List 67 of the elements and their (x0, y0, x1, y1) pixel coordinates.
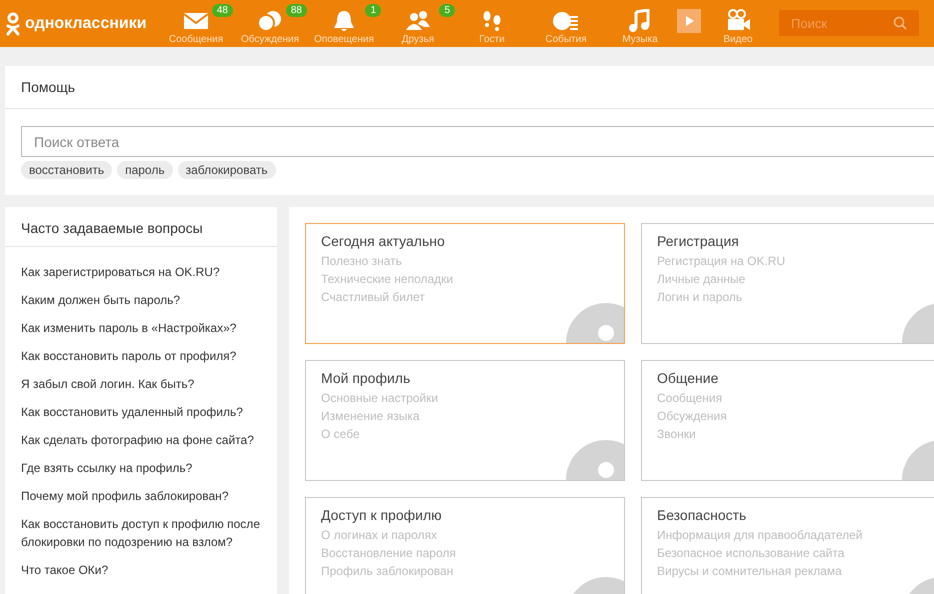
faq-link[interactable]: Что такое ОКи? (21, 561, 261, 579)
count-badge: 5 (439, 4, 455, 17)
category-link[interactable]: Основные настройки (321, 389, 609, 407)
category-link[interactable]: Информация для правообладателей (657, 526, 934, 544)
category-link[interactable]: Обсуждения (657, 407, 934, 425)
panel-title: Часто задаваемые вопросы (5, 207, 277, 247)
count-badge: 1 (365, 4, 381, 17)
nav-item[interactable]: Обсуждения 88 (233, 0, 307, 47)
chat-icon (256, 9, 284, 33)
category-link[interactable]: О себе (321, 425, 609, 443)
play-icon[interactable] (677, 8, 701, 32)
category-link[interactable]: Безопасное использование сайта (657, 544, 934, 562)
category-title[interactable]: Мой профиль (321, 370, 609, 386)
category-title[interactable]: Сегодня актуально (321, 233, 609, 249)
category-link[interactable]: Звонки (657, 425, 934, 443)
nav-item[interactable]: Друзья 5 (381, 0, 455, 47)
category-card[interactable]: Общение Сообщения Обсуждения Звонки (641, 360, 934, 481)
faq-link[interactable]: Как зарегистрироваться на OK.RU? (21, 263, 261, 281)
search-tag[interactable]: пароль (117, 161, 173, 179)
category-link[interactable]: Вирусы и сомнительная реклама (657, 562, 934, 580)
faq-link[interactable]: Почему мой профиль заблокирован? (21, 487, 261, 505)
nav-item[interactable]: Видео (701, 0, 775, 47)
category-link[interactable]: Логин и пароль (657, 288, 934, 306)
category-link[interactable]: Сообщения (657, 389, 934, 407)
category-card[interactable]: Мой профиль Основные настройки Изменение языка О себе (305, 360, 625, 481)
category-link[interactable]: Профиль заблокирован (321, 562, 609, 580)
category-link[interactable]: Регистрация на OK.RU (657, 252, 934, 270)
faq-link[interactable]: Как изменить пароль в «Настройках»? (21, 319, 261, 337)
faq-link[interactable]: Где взять ссылку на профиль? (21, 459, 261, 477)
category-card[interactable]: Сегодня актуально Полезно знать Технические неполадки Счастливый билет (305, 223, 625, 344)
nav-item[interactable]: Оповещения 1 (307, 0, 381, 47)
answer-search-field[interactable]: Поиск ответа (21, 126, 934, 157)
category-title[interactable]: Регистрация (657, 233, 934, 249)
nav-item[interactable]: Сообщения 48 (159, 0, 233, 47)
nav-item[interactable]: События (529, 0, 603, 47)
faq-link[interactable]: Как восстановить пароль от профиля? (21, 347, 261, 365)
search-tag[interactable]: восстановить (21, 161, 112, 179)
category-link[interactable]: Технические неполадки (321, 270, 609, 288)
category-link[interactable]: Изменение языка (321, 407, 609, 425)
logo-icon (6, 12, 20, 36)
people-icon (404, 9, 432, 33)
nav-item[interactable]: Гости (455, 0, 529, 47)
category-card[interactable]: Регистрация Регистрация на OK.RU Личные данные Логин и пароль (641, 223, 934, 344)
category-card[interactable]: Доступ к профилю О логинах и паролях Восстановление пароля Профиль заблокирован (305, 497, 625, 594)
category-link[interactable]: Личные данные (657, 270, 934, 288)
events-icon (552, 9, 580, 33)
nav-item[interactable]: Музыка (603, 0, 677, 47)
search-icon (893, 16, 907, 30)
faq-link[interactable]: Как восстановить доступ к профилю после блокировки по подозрению на взлом? (21, 515, 261, 551)
category-title[interactable]: Безопасность (657, 507, 934, 523)
faq-link[interactable]: Как восстановить удаленный профиль? (21, 403, 261, 421)
site-logo[interactable]: одноклассники (0, 0, 159, 47)
search-tag[interactable]: заблокировать (178, 161, 276, 179)
category-title[interactable]: Доступ к профилю (321, 507, 609, 523)
faq-link[interactable]: Как сделать фотографию на фоне сайта? (21, 431, 261, 449)
count-badge: 88 (286, 4, 307, 17)
faq-link[interactable]: Я забыл свой логин. Как быть? (21, 375, 261, 393)
category-link[interactable]: О логинах и паролях (321, 526, 609, 544)
search-field[interactable]: Поиск (779, 10, 919, 36)
category-card[interactable]: Безопасность Информация для правообладателей Безопасное использование сайта Вирусы и сомнительная реклама (641, 497, 934, 594)
count-badge: 48 (212, 4, 233, 17)
category-link[interactable]: Счастливый билет (321, 288, 609, 306)
category-title[interactable]: Общение (657, 370, 934, 386)
panel-title: Помощь (5, 66, 934, 109)
category-link[interactable]: Восстановление пароля (321, 544, 609, 562)
category-link[interactable]: Полезно знать (321, 252, 609, 270)
faq-link[interactable]: Каким должен быть пароль? (21, 291, 261, 309)
